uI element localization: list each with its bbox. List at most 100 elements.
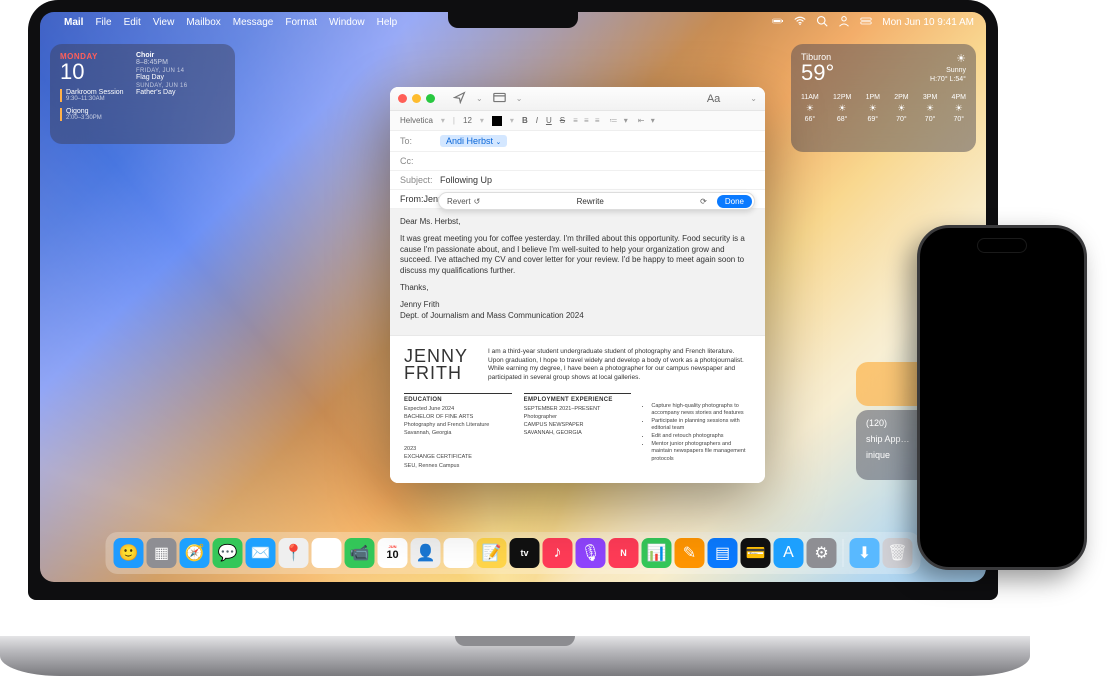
resume-intro: I am a third-year student undergraduate … bbox=[488, 348, 751, 382]
header-fields-button[interactable] bbox=[493, 91, 506, 106]
bold-button[interactable]: B bbox=[522, 116, 528, 125]
close-button[interactable] bbox=[398, 94, 407, 103]
list-buttons[interactable]: ≔ ▾ bbox=[610, 116, 630, 125]
subject-input[interactable]: Following Up bbox=[440, 175, 492, 185]
dock-launchpad[interactable]: ▦ bbox=[147, 538, 177, 568]
dock-contacts[interactable]: 👤 bbox=[411, 538, 441, 568]
resume-line: Expected June 2024 bbox=[404, 406, 512, 413]
app-menu[interactable]: Mail bbox=[64, 17, 83, 28]
calendar-event: Choir8–8:45PM bbox=[136, 52, 225, 66]
minimize-button[interactable] bbox=[412, 94, 421, 103]
calendar-event: Flag Day bbox=[136, 74, 225, 81]
dock-music[interactable]: ♪ bbox=[543, 538, 573, 568]
body-signature-dept: Dept. of Journalism and Mass Communicati… bbox=[400, 311, 755, 322]
revert-button[interactable]: Revert ↺ bbox=[439, 193, 488, 209]
dock-wallet[interactable]: 💳 bbox=[741, 538, 771, 568]
menu-help[interactable]: Help bbox=[377, 17, 398, 28]
chevron-down-icon[interactable]: ⌄ bbox=[516, 94, 523, 103]
menubar-datetime[interactable]: Mon Jun 10 9:41 AM bbox=[882, 17, 974, 28]
regenerate-icon[interactable]: ⟳ bbox=[692, 193, 715, 209]
align-buttons[interactable]: ≡ ≡ ≡ bbox=[573, 116, 601, 125]
user-icon[interactable] bbox=[838, 15, 850, 30]
menu-file[interactable]: File bbox=[95, 17, 111, 28]
italic-button[interactable]: I bbox=[536, 116, 538, 125]
to-field-row[interactable]: To: Andi Herbst ⌄ bbox=[390, 131, 765, 152]
subject-field-row[interactable]: Subject: Following Up bbox=[390, 171, 765, 190]
font-select[interactable]: Helvetica bbox=[400, 116, 433, 125]
menu-view[interactable]: View bbox=[153, 17, 175, 28]
dock: 🙂▦🧭💬✉️📍❋📹JUN10👤☑📝tv♪🎙N📊✎▤💳A⚙ ⬇🗑 bbox=[106, 532, 921, 574]
calendar-event: Qigong 2:00–3:30PM bbox=[60, 108, 128, 121]
menu-format[interactable]: Format bbox=[285, 17, 317, 28]
chevron-down-icon[interactable]: ⌄ bbox=[476, 94, 483, 103]
undo-icon: ↺ bbox=[474, 197, 481, 206]
body-greeting: Dear Ms. Herbst, bbox=[400, 217, 755, 228]
mail-compose-window[interactable]: ⌄ ⌄ Aa ⌄ Helvetica bbox=[390, 87, 765, 483]
dock-trash[interactable]: 🗑 bbox=[883, 538, 913, 568]
resume-bullet: Capture high-quality photographs to acco… bbox=[651, 403, 751, 417]
indent-buttons[interactable]: ⇤ ▾ bbox=[638, 116, 657, 125]
macbook: Mail File Edit View Mailbox Message Form… bbox=[28, 0, 998, 640]
dock-facetime[interactable]: 📹 bbox=[345, 538, 375, 568]
window-titlebar[interactable]: ⌄ ⌄ Aa ⌄ bbox=[390, 87, 765, 111]
dock-numbers[interactable]: 📊 bbox=[642, 538, 672, 568]
rewrite-label: Rewrite bbox=[488, 197, 692, 206]
dock-separator bbox=[843, 539, 844, 567]
menu-window[interactable]: Window bbox=[329, 17, 365, 28]
body-paragraph: It was great meeting you for coffee yest… bbox=[400, 234, 755, 277]
dock-notes[interactable]: 📝 bbox=[477, 538, 507, 568]
resume-education-header: EDUCATION bbox=[404, 393, 512, 403]
weather-hour: 2PM☀70° bbox=[894, 94, 908, 123]
resume-line: Photographer bbox=[524, 414, 632, 421]
resume-line: SEPTEMBER 2021–PRESENT bbox=[524, 406, 632, 413]
dock-pages[interactable]: ✎ bbox=[675, 538, 705, 568]
cc-label: Cc: bbox=[400, 156, 440, 166]
wifi-icon[interactable] bbox=[794, 15, 806, 30]
desktop[interactable]: Mail File Edit View Mailbox Message Form… bbox=[40, 12, 986, 582]
resume-line: Photography and French Literature bbox=[404, 422, 512, 429]
chevron-down-icon[interactable]: ⌄ bbox=[750, 94, 757, 103]
calendar-event: Darkroom Session 9:30–11:30AM bbox=[60, 89, 128, 102]
format-icon[interactable]: Aa bbox=[707, 93, 720, 105]
resume-bullet: Participate in planning sessions with ed… bbox=[651, 418, 751, 432]
menu-message[interactable]: Message bbox=[233, 17, 274, 28]
weather-hour: 12PM☀68° bbox=[833, 94, 851, 123]
recipient-chip[interactable]: Andi Herbst ⌄ bbox=[440, 135, 507, 147]
calendar-widget[interactable]: MONDAY 10 Darkroom Session 9:30–11:30AM … bbox=[50, 44, 235, 144]
resume-attachment[interactable]: JENNY FRITH I am a third-year student un… bbox=[390, 335, 765, 482]
dock-safari[interactable]: 🧭 bbox=[180, 538, 210, 568]
weather-widget[interactable]: Tiburon 59° ☀ Sunny H:70° L:54° 11AM☀66°… bbox=[791, 44, 976, 152]
font-size-select[interactable]: 12 bbox=[463, 116, 472, 125]
menu-edit[interactable]: Edit bbox=[124, 17, 141, 28]
resume-line: 2023 bbox=[404, 446, 512, 453]
zoom-button[interactable] bbox=[426, 94, 435, 103]
dock-calendar[interactable]: JUN10 bbox=[378, 538, 408, 568]
laptop-bezel: Mail File Edit View Mailbox Message Form… bbox=[28, 0, 998, 600]
dock-messages[interactable]: 💬 bbox=[213, 538, 243, 568]
send-button[interactable] bbox=[453, 91, 466, 106]
dock-settings[interactable]: ⚙ bbox=[807, 538, 837, 568]
dock-maps[interactable]: 📍 bbox=[279, 538, 309, 568]
dock-downloads[interactable]: ⬇ bbox=[850, 538, 880, 568]
control-center-icon[interactable] bbox=[860, 15, 872, 30]
underline-button[interactable]: U bbox=[546, 116, 552, 125]
dock-news[interactable]: N bbox=[609, 538, 639, 568]
dock-photos[interactable]: ❋ bbox=[312, 538, 342, 568]
message-body[interactable]: Dear Ms. Herbst, It was great meeting yo… bbox=[390, 209, 765, 335]
dock-tv[interactable]: tv bbox=[510, 538, 540, 568]
dock-finder[interactable]: 🙂 bbox=[114, 538, 144, 568]
search-icon[interactable] bbox=[816, 15, 828, 30]
body-signature: Jenny Frith bbox=[400, 300, 755, 311]
dock-podcasts[interactable]: 🎙 bbox=[576, 538, 606, 568]
dock-mail[interactable]: ✉️ bbox=[246, 538, 276, 568]
dock-keynote[interactable]: ▤ bbox=[708, 538, 738, 568]
text-color[interactable] bbox=[492, 116, 502, 126]
strike-button[interactable]: S bbox=[560, 116, 565, 125]
weather-hour: 4PM☀70° bbox=[952, 94, 966, 123]
menu-mailbox[interactable]: Mailbox bbox=[186, 17, 220, 28]
done-button[interactable]: Done bbox=[717, 195, 752, 208]
cc-field-row[interactable]: Cc: bbox=[390, 152, 765, 171]
battery-icon[interactable] bbox=[772, 15, 784, 30]
dock-appstore[interactable]: A bbox=[774, 538, 804, 568]
dock-reminders[interactable]: ☑ bbox=[444, 538, 474, 568]
